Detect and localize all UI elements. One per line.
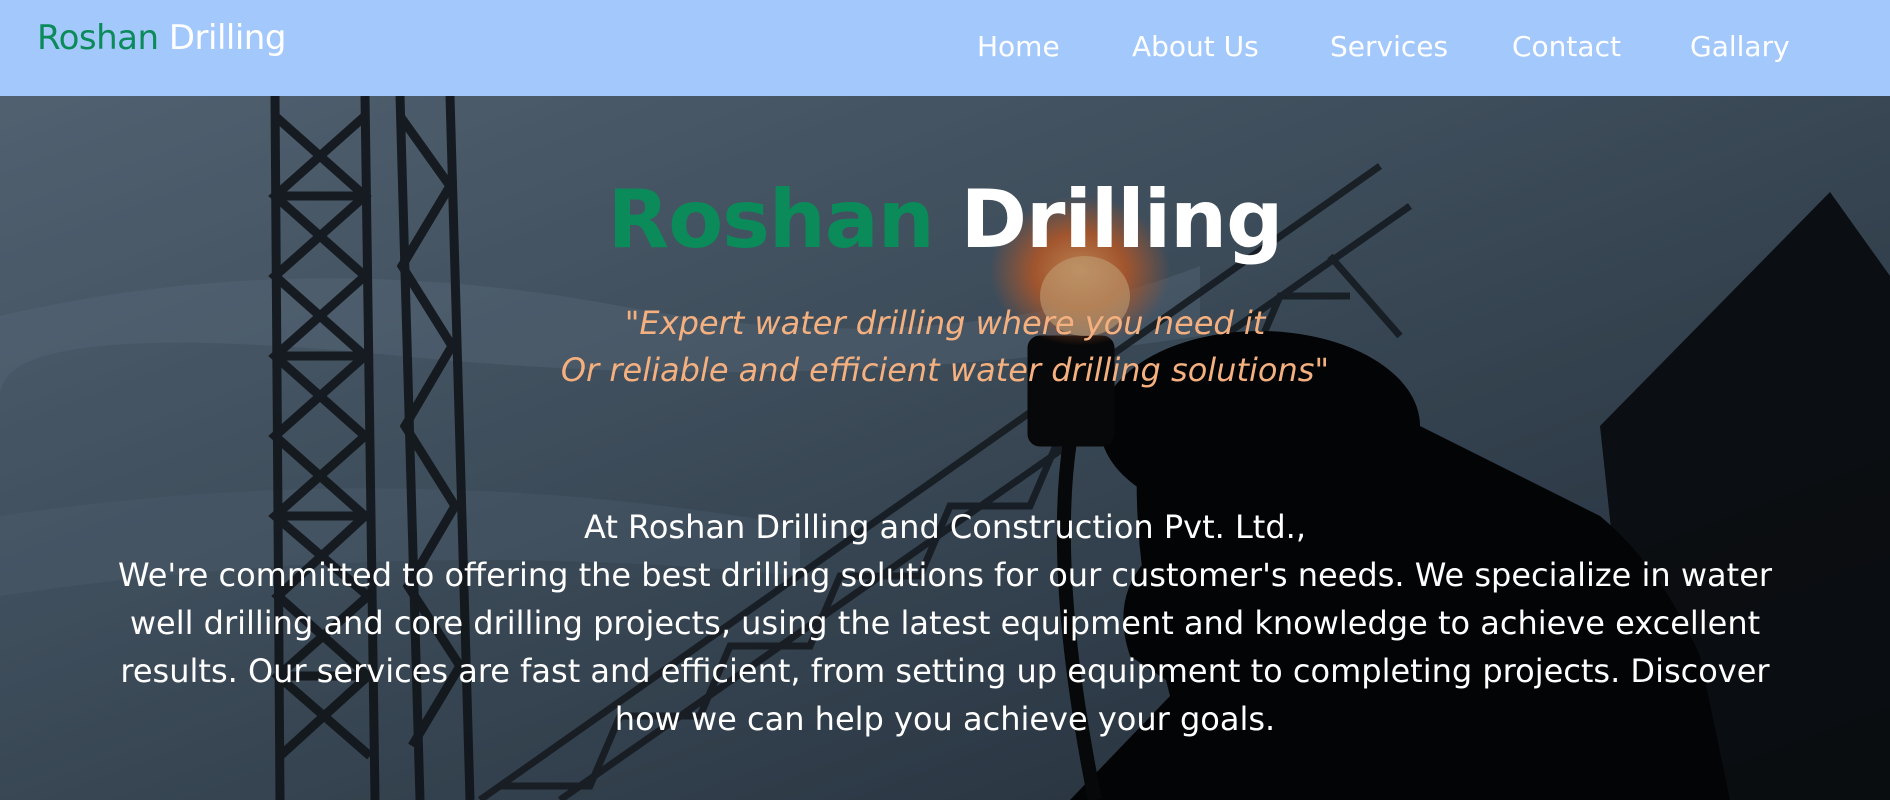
- tagline-line-1: "Expert water drilling where you need it: [624, 304, 1266, 342]
- nav-services[interactable]: Services: [1330, 30, 1448, 63]
- main-nav: Home About Us Services Contact Gallary: [0, 30, 1890, 70]
- nav-home[interactable]: Home: [977, 30, 1060, 63]
- nav-contact[interactable]: Contact: [1512, 30, 1621, 63]
- intro-body: We're committed to offering the best dri…: [117, 556, 1773, 738]
- nav-gallary[interactable]: Gallary: [1690, 30, 1790, 63]
- intro-heading-line: At Roshan Drilling and Construction Pvt.…: [583, 508, 1306, 546]
- nav-about-us[interactable]: About Us: [1132, 30, 1259, 63]
- hero-title-second: Drilling: [960, 173, 1284, 266]
- hero-title: Roshan Drilling: [0, 173, 1890, 266]
- hero-tagline: "Expert water drilling where you need it…: [0, 300, 1890, 394]
- hero-section: Roshan Drilling "Expert water drilling w…: [0, 96, 1890, 800]
- hero-title-first: Roshan: [607, 173, 935, 266]
- hero-intro: At Roshan Drilling and Construction Pvt.…: [95, 503, 1795, 743]
- tagline-line-2: Or reliable and efficient water drilling…: [560, 351, 1330, 389]
- navbar: Roshan Drilling Home About Us Services C…: [0, 0, 1890, 96]
